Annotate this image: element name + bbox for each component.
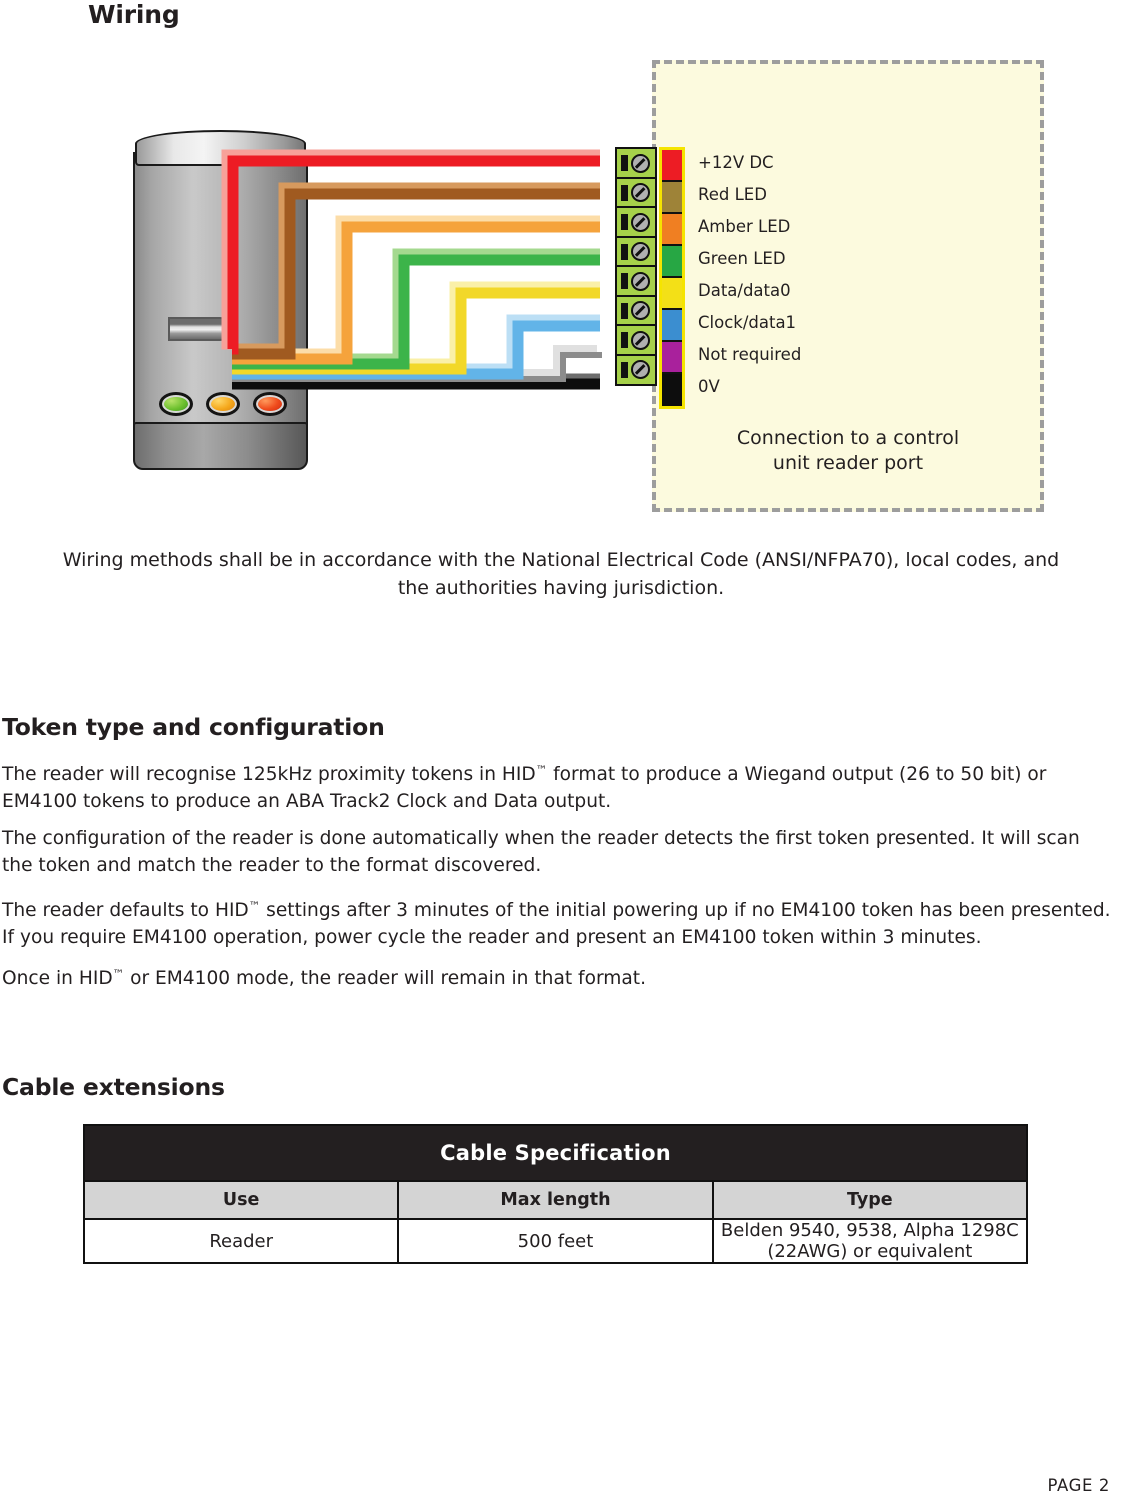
token-paragraph-4: Once in HID™ or EM4100 mode, the reader …: [2, 961, 1114, 992]
page-number-footer: PAGE 2: [1047, 1476, 1110, 1495]
wire-colour-key-strip: [659, 147, 685, 409]
terminal-screw-3[interactable]: [615, 206, 657, 238]
cell-use: Reader: [82, 1218, 400, 1264]
terminal-slot-icon: [621, 214, 628, 230]
connection-caption: Connection to a control unit reader port: [672, 426, 1024, 476]
terminal-slot-icon: [621, 302, 628, 319]
wiring-diagram: +12V DC Red LED Amber LED Green LED Data…: [0, 40, 1122, 530]
wire-colour-swatch-8: [662, 374, 682, 406]
terminal-screw-5[interactable]: [615, 265, 657, 297]
terminal-label-7: Not required: [698, 345, 802, 364]
terminal-slot-icon: [621, 184, 628, 201]
column-header-type: Type: [711, 1180, 1029, 1220]
token-paragraph-1: The reader will recognise 125kHz proximi…: [2, 757, 1114, 815]
section-heading-cable-extensions: Cable extensions: [2, 1073, 225, 1101]
wire-colour-swatch-7: [662, 342, 682, 374]
screw-head-icon: [631, 212, 650, 232]
terminal-slot-icon: [621, 361, 628, 378]
reader-cable-grommet: [168, 317, 232, 341]
column-header-max-length: Max length: [397, 1180, 714, 1220]
connection-caption-line-1: Connection to a control: [736, 427, 960, 449]
trademark-symbol: ™: [112, 967, 125, 981]
page-title-wiring: Wiring: [88, 0, 180, 29]
wire-colour-swatch-6: [662, 310, 682, 342]
token-paragraph-3: The reader defaults to HID™ settings aft…: [2, 893, 1114, 951]
reader-top-cap: [135, 130, 306, 166]
reader-bottom-cap: [133, 422, 308, 470]
token-paragraph-2: The configuration of the reader is done …: [2, 828, 1080, 876]
terminal-label-2: Red LED: [698, 185, 767, 204]
terminal-label-6: Clock/data1: [698, 313, 797, 332]
trademark-symbol: ™: [535, 763, 548, 777]
terminal-label-3: Amber LED: [698, 217, 791, 236]
terminal-label-8: 0V: [698, 377, 720, 396]
screw-head-icon: [631, 242, 650, 261]
screw-head-icon: [631, 301, 650, 320]
screw-head-icon: [631, 183, 650, 202]
token-paragraph-1-part-a: The reader will recognise 125kHz proximi…: [2, 763, 536, 785]
cell-type: Belden 9540, 9538, Alpha 1298C (22AWG) o…: [711, 1218, 1029, 1264]
terminal-screw-2[interactable]: [615, 176, 657, 209]
amber-led-indicator-icon: [206, 392, 240, 416]
table-row: Reader 500 feet Belden 9540, 9538, Alpha…: [82, 1218, 1029, 1264]
token-paragraph-3-part-a: The reader defaults to HID: [2, 899, 249, 921]
terminal-screw-6[interactable]: [615, 294, 657, 327]
terminal-label-4: Green LED: [698, 249, 786, 268]
wire-colour-swatch-2: [662, 182, 682, 214]
column-header-use: Use: [82, 1180, 400, 1220]
terminal-label-list: +12V DC Red LED Amber LED Green LED Data…: [698, 147, 801, 403]
token-paragraph-4-part-b: or EM4100 mode, the reader will remain i…: [124, 967, 646, 989]
connection-caption-line-2: unit reader port: [772, 452, 924, 474]
screw-head-icon: [631, 330, 650, 350]
red-led-indicator-icon: [253, 392, 287, 416]
terminal-screw-7[interactable]: [615, 324, 657, 356]
wire-colour-swatch-3: [662, 214, 682, 246]
wire-colour-swatch-4: [662, 246, 682, 278]
green-led-indicator-icon: [159, 392, 193, 416]
terminal-slot-icon: [621, 155, 628, 171]
card-reader-illustration: [133, 130, 308, 470]
terminal-slot-icon: [621, 332, 628, 348]
cable-specification-table: Cable Specification Use Max length Type …: [82, 1124, 1029, 1264]
cell-max-length: 500 feet: [397, 1218, 714, 1264]
screw-head-icon: [631, 271, 650, 291]
terminal-label-5: Data/data0: [698, 281, 791, 300]
wire-colour-swatch-1: [662, 150, 682, 182]
trademark-symbol: ™: [248, 899, 261, 913]
wiring-methods-note: Wiring methods shall be in accordance wi…: [62, 549, 1060, 599]
screw-head-icon: [631, 153, 650, 173]
terminal-slot-icon: [621, 243, 628, 260]
terminal-screw-4[interactable]: [615, 235, 657, 268]
wire-colour-swatch-5: [662, 278, 682, 310]
reader-led-row: [159, 392, 287, 416]
terminal-slot-icon: [621, 273, 628, 289]
table-title-row: Cable Specification: [83, 1124, 1028, 1182]
terminal-label-1: +12V DC: [698, 153, 774, 172]
table-header-row: Use Max length Type: [82, 1180, 1029, 1220]
screw-head-icon: [631, 360, 650, 379]
section-heading-token-type: Token type and configuration: [2, 713, 385, 741]
terminal-screw-8[interactable]: [615, 353, 657, 386]
table-title-cell: Cable Specification: [83, 1124, 1028, 1182]
terminal-screw-1[interactable]: [615, 147, 657, 179]
token-paragraph-4-part-a: Once in HID: [2, 967, 113, 989]
